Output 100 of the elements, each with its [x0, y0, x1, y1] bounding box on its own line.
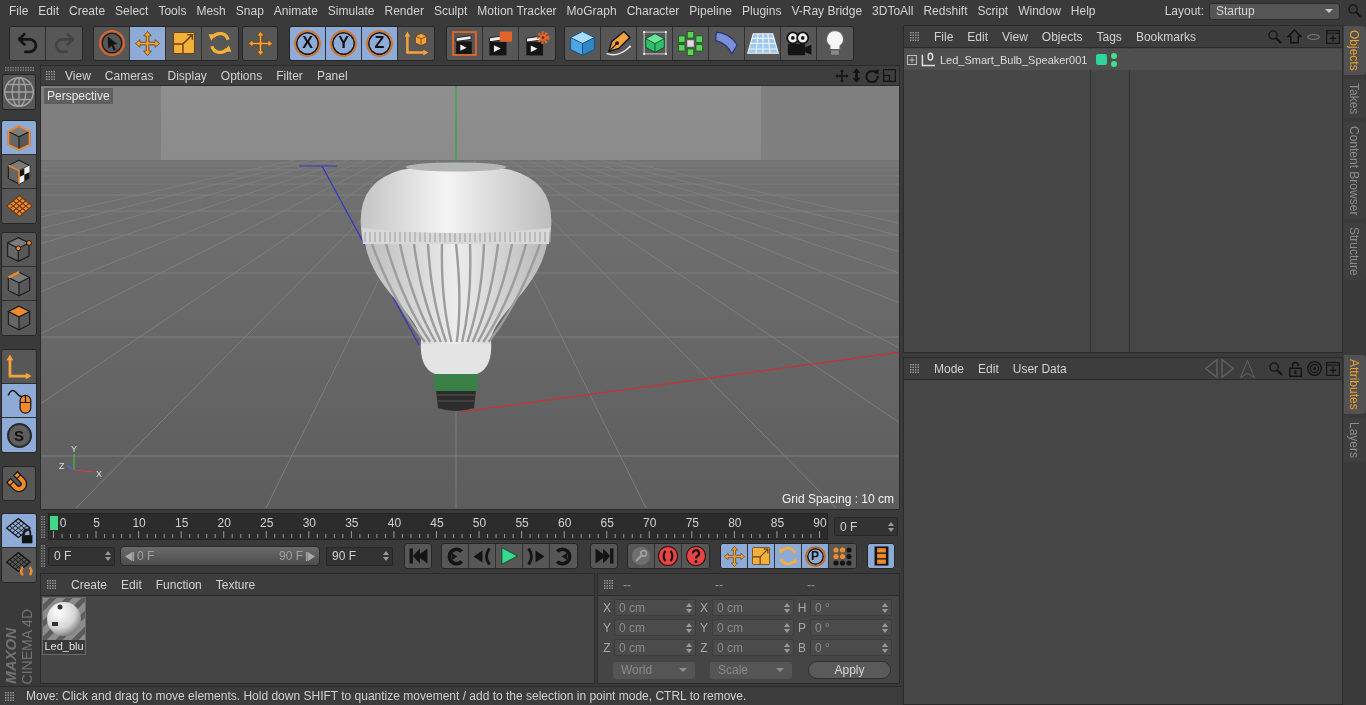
render-settings-button[interactable] [519, 26, 555, 60]
menu-item[interactable]: Filter [269, 68, 310, 83]
cube-button[interactable] [565, 26, 601, 60]
menu-item[interactable]: View [58, 68, 98, 83]
menu-item[interactable]: Texture [208, 577, 263, 592]
menu-item[interactable]: Edit [960, 29, 996, 44]
menu-item[interactable]: Panel [309, 68, 355, 83]
frame-number: 30 [302, 516, 316, 530]
3d-viewport[interactable]: Perspective Y Z X Grid Spacing : 10 cm [40, 86, 900, 510]
menu-item[interactable]: Select [110, 4, 154, 18]
side-tab[interactable]: Attributes [1344, 355, 1366, 414]
tweak-mode-button[interactable] [2, 384, 36, 418]
plus-box-icon[interactable] [907, 54, 917, 65]
menu-item[interactable]: Plugins [737, 4, 787, 18]
light-button[interactable] [817, 26, 853, 60]
menu-item[interactable]: Window [1013, 4, 1066, 18]
deformer-button[interactable] [709, 26, 745, 60]
menu-item[interactable]: Create [64, 577, 115, 592]
previous-key-button[interactable] [442, 544, 469, 568]
menu-item[interactable]: Create [64, 4, 111, 18]
end-frame-field[interactable]: 90 F [326, 546, 393, 566]
menu-item[interactable]: 3DToAll [867, 4, 919, 18]
menu-item[interactable]: Options [213, 68, 270, 83]
globe-button[interactable] [2, 74, 36, 110]
axis-lock-button[interactable]: Z [362, 26, 398, 60]
menu-item[interactable]: Edit [114, 577, 149, 592]
menu-item[interactable]: Function [148, 577, 209, 592]
floor-button[interactable] [745, 26, 781, 60]
undo-button[interactable] [10, 26, 46, 60]
autokey-button[interactable] [682, 544, 709, 568]
recent-tool-button[interactable] [242, 25, 278, 61]
move-tool-button[interactable] [130, 26, 166, 60]
menu-item[interactable]: Motion Tracker [472, 4, 562, 18]
rotate-tool-button[interactable] [202, 26, 238, 60]
menu-item[interactable]: Character [621, 4, 685, 18]
points-mode-button[interactable] [2, 233, 36, 267]
timeline-ruler[interactable]: 0 5 10 15 20 25 30 35 40 45 50 55 60 65 70 75 80 85 90 [48, 513, 828, 540]
workplane-align-button[interactable] [2, 548, 36, 582]
workplane-lock-button[interactable] [2, 514, 36, 548]
coordinate-system-button[interactable] [398, 26, 434, 60]
axis-mode-button[interactable] [2, 350, 36, 384]
go-to-end-button[interactable] [590, 543, 618, 569]
apply-button[interactable]: Apply [808, 661, 891, 679]
scale-tool-button[interactable] [166, 26, 202, 60]
texture-mode-button[interactable] [2, 155, 36, 189]
side-tab[interactable]: Objects [1344, 26, 1366, 75]
render-view-button[interactable] [447, 26, 483, 60]
go-to-start-button[interactable] [404, 543, 432, 569]
record-button[interactable] [655, 544, 682, 568]
layout-dropdown[interactable]: Startup [1209, 2, 1340, 20]
menu-item[interactable]: View [995, 29, 1035, 44]
cloner-button[interactable] [673, 26, 709, 60]
menu-item[interactable]: MoGraph [561, 4, 622, 18]
camera-button[interactable] [781, 26, 817, 60]
axis-lock-button[interactable]: X [290, 26, 326, 60]
menu-item[interactable]: Cameras [97, 68, 161, 83]
menu-item[interactable]: Bookmarks [1128, 29, 1203, 44]
parameter-track-button[interactable]: P [802, 544, 829, 568]
material-thumbnail[interactable]: Led_blu [42, 597, 86, 655]
menu-item[interactable]: Help [1065, 4, 1101, 18]
menu-item[interactable]: V-Ray Bridge [786, 4, 868, 18]
start-frame-field[interactable]: 0 F [48, 546, 115, 566]
keyframe-button[interactable] [628, 544, 655, 568]
menu-item[interactable]: Tools [153, 4, 192, 18]
menu-item[interactable]: Render [379, 4, 429, 18]
next-key-button[interactable] [550, 544, 577, 568]
edges-mode-button[interactable] [2, 267, 36, 301]
polygons-mode-button[interactable] [2, 301, 36, 335]
menu-item[interactable]: Snap [230, 4, 269, 18]
current-frame-field[interactable]: 0 F [834, 517, 898, 536]
menu-item[interactable]: Display [160, 68, 214, 83]
pen-button[interactable] [601, 26, 637, 60]
menu-item[interactable]: Animate [268, 4, 323, 18]
render-button[interactable] [483, 26, 519, 60]
menu-item[interactable]: Sculpt [428, 4, 473, 18]
menu-item[interactable]: Mesh [191, 4, 231, 18]
timeline-button[interactable] [867, 543, 895, 569]
menu-item[interactable]: Edit [33, 4, 65, 18]
menu-item[interactable]: Redshift [918, 4, 973, 18]
menu-item[interactable]: Script [972, 4, 1014, 18]
subdivision-button[interactable] [637, 26, 673, 60]
play-button[interactable] [496, 544, 523, 568]
workplane-mode-button[interactable] [2, 189, 36, 223]
menu-item[interactable]: File [927, 29, 961, 44]
menu-item[interactable]: Simulate [322, 4, 380, 18]
snap-button[interactable] [2, 466, 36, 501]
menu-item[interactable]: Edit [971, 361, 1006, 376]
axis-lock-button[interactable]: Y [326, 26, 362, 60]
menu-item[interactable]: File [4, 4, 34, 18]
playhead-marker[interactable] [50, 516, 58, 530]
point-level-button[interactable] [829, 544, 856, 568]
selection-tool-button[interactable] [94, 26, 130, 60]
menu-item[interactable]: Tags [1089, 29, 1129, 44]
menu-item[interactable]: Mode [927, 361, 972, 376]
layer-color-icon[interactable] [1096, 54, 1107, 65]
menu-item[interactable]: User Data [1005, 361, 1074, 376]
menu-item[interactable]: Objects [1034, 29, 1090, 44]
model-mode-button[interactable] [2, 121, 36, 155]
menu-item[interactable]: Pipeline [684, 4, 738, 18]
object-row[interactable]: Led_Smart_Bulb_Speaker001 [904, 49, 1342, 70]
